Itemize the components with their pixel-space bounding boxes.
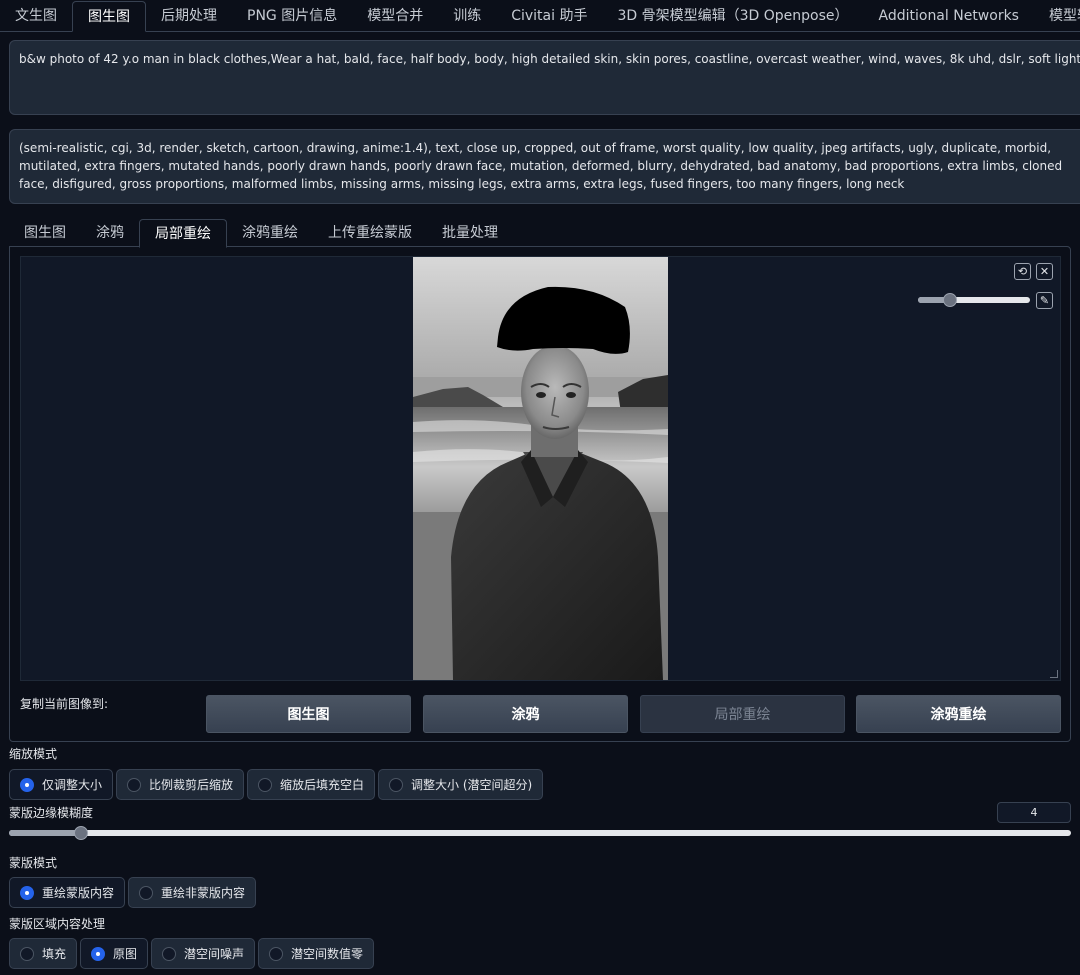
radio-dot-icon <box>162 946 177 961</box>
masked-content-option-label: 潜空间噪声 <box>184 947 245 961</box>
tab-additional-networks[interactable]: Additional Networks <box>864 1 1034 31</box>
subtab-inpaint[interactable]: 局部重绘 <box>139 219 227 248</box>
radio-dot-icon <box>258 777 273 792</box>
positive-prompt-text: b&w photo of 42 y.o man in black clothes… <box>19 52 1080 66</box>
mask-mode-options: 重绘蒙版内容 重绘非蒙版内容 <box>9 877 257 908</box>
copy-to-label: 复制当前图像到: <box>20 697 109 711</box>
masked-content-latent-noise[interactable]: 潜空间噪声 <box>151 938 256 969</box>
masked-content-fill[interactable]: 填充 <box>9 938 78 969</box>
mask-blur-label: 蒙版边缘模糊度 <box>9 806 94 820</box>
copy-to-inpaint-button[interactable]: 局部重绘 <box>640 695 845 733</box>
radio-dot-icon <box>269 946 284 961</box>
mask-mode-inpaint-not-masked[interactable]: 重绘非蒙版内容 <box>128 877 257 908</box>
tab-train[interactable]: 训练 <box>438 1 496 31</box>
resize-mode-crop-and-resize[interactable]: 比例裁剪后缩放 <box>116 769 245 800</box>
positive-prompt-input[interactable]: b&w photo of 42 y.o man in black clothes… <box>9 40 1080 115</box>
masked-content-latent-nothing[interactable]: 潜空间数值零 <box>258 938 375 969</box>
resize-mode-latent-upscale[interactable]: 调整大小 (潜空间超分) <box>378 769 544 800</box>
negative-prompt-input[interactable]: (semi-realistic, cgi, 3d, render, sketch… <box>9 129 1080 204</box>
subtab-inpaint-sketch[interactable]: 涂鸦重绘 <box>227 219 313 247</box>
radio-dot-icon <box>20 946 34 961</box>
masked-content-options: 填充 原图 潜空间噪声 潜空间数值零 <box>9 938 375 969</box>
tab-extras[interactable]: 后期处理 <box>146 1 232 31</box>
mask-blur-fill <box>9 830 81 836</box>
radio-dot-icon <box>20 885 34 900</box>
tab-checkpoint-merger[interactable]: 模型合并 <box>352 1 438 31</box>
resize-handle-icon[interactable] <box>1050 670 1058 678</box>
close-icon[interactable]: ✕ <box>1036 263 1053 280</box>
tab-txt2img[interactable]: 文生图 <box>0 1 72 31</box>
img2img-mode-tabs: 图生图 涂鸦 局部重绘 涂鸦重绘 上传重绘蒙版 批量处理 <box>9 218 1080 248</box>
tab-model-converter[interactable]: 模型转换 <box>1034 1 1080 31</box>
radio-dot-icon <box>389 777 404 792</box>
resize-mode-option-label: 调整大小 (潜空间超分) <box>411 778 533 792</box>
copy-to-inpaint-sketch-button[interactable]: 涂鸦重绘 <box>856 695 1061 733</box>
mask-mode-inpaint-masked[interactable]: 重绘蒙版内容 <box>9 877 126 908</box>
subtab-inpaint-upload[interactable]: 上传重绘蒙版 <box>313 219 427 247</box>
main-tab-bar: 文生图 图生图 后期处理 PNG 图片信息 模型合并 训练 Civitai 助手… <box>0 0 1080 32</box>
brush-icon[interactable]: ✎ <box>1036 292 1053 309</box>
masked-content-option-label: 潜空间数值零 <box>291 947 364 961</box>
radio-dot-icon <box>139 885 154 900</box>
radio-dot-icon <box>20 777 34 792</box>
subtab-img2img[interactable]: 图生图 <box>9 219 81 247</box>
inpaint-image[interactable] <box>413 257 668 680</box>
resize-mode-option-label: 比例裁剪后缩放 <box>149 778 234 792</box>
tab-png-info[interactable]: PNG 图片信息 <box>232 1 352 31</box>
brush-size-slider[interactable] <box>918 293 1030 307</box>
resize-mode-options: 仅调整大小 比例裁剪后缩放 缩放后填充空白 调整大小 (潜空间超分) <box>9 769 544 800</box>
tab-civitai-helper[interactable]: Civitai 助手 <box>496 1 602 31</box>
mask-blur-input[interactable]: 4 <box>997 802 1071 823</box>
negative-prompt-text: (semi-realistic, cgi, 3d, render, sketch… <box>19 141 1063 191</box>
masked-content-option-label: 原图 <box>113 947 138 961</box>
masked-content-label: 蒙版区域内容处理 <box>9 917 106 931</box>
undo-icon[interactable]: ⟲ <box>1014 263 1031 280</box>
tab-3d-openpose[interactable]: 3D 骨架模型编辑（3D Openpose） <box>602 1 863 31</box>
radio-dot-icon <box>91 946 106 961</box>
masked-content-original[interactable]: 原图 <box>80 938 149 969</box>
copy-to-img2img-button[interactable]: 图生图 <box>206 695 411 733</box>
resize-mode-option-label: 仅调整大小 <box>42 778 103 792</box>
mask-mode-label: 蒙版模式 <box>9 856 58 870</box>
mask-mode-option-label: 重绘非蒙版内容 <box>161 886 246 900</box>
brush-size-thumb[interactable] <box>943 293 957 307</box>
resize-mode-label: 缩放模式 <box>9 747 58 761</box>
portrait-photo <box>413 257 668 680</box>
resize-mode-resize-and-fill[interactable]: 缩放后填充空白 <box>247 769 376 800</box>
resize-mode-just-resize[interactable]: 仅调整大小 <box>9 769 114 800</box>
mask-blur-slider[interactable] <box>9 826 1071 840</box>
mask-blur-thumb[interactable] <box>74 826 88 840</box>
subtab-batch[interactable]: 批量处理 <box>427 219 513 247</box>
masked-content-option-label: 填充 <box>42 947 67 961</box>
copy-to-sketch-button[interactable]: 涂鸦 <box>423 695 628 733</box>
radio-dot-icon <box>127 777 142 792</box>
resize-mode-option-label: 缩放后填充空白 <box>280 778 365 792</box>
tab-img2img[interactable]: 图生图 <box>72 1 146 32</box>
subtab-sketch[interactable]: 涂鸦 <box>81 219 139 247</box>
mask-mode-option-label: 重绘蒙版内容 <box>42 886 115 900</box>
